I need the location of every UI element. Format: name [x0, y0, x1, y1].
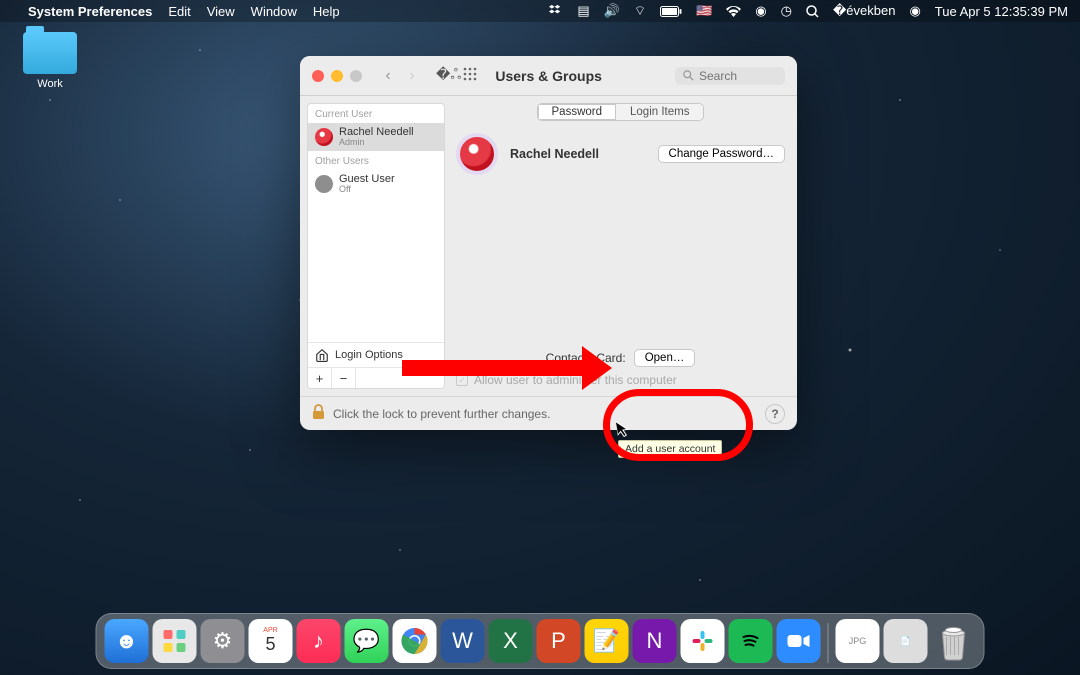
window-title: Users & Groups: [495, 68, 602, 84]
clock-icon[interactable]: ◷: [781, 3, 792, 19]
remove-user-button[interactable]: −: [332, 368, 356, 388]
tab-login-items[interactable]: Login Items: [616, 104, 703, 120]
menubar: System Preferences Edit View Window Help…: [0, 0, 1080, 22]
other-users-heading: Other Users: [308, 151, 444, 170]
tab-password[interactable]: Password: [538, 104, 617, 120]
dock-messages[interactable]: 💬: [345, 619, 389, 663]
admin-checkbox-label: Allow user to administer this computer: [474, 373, 677, 387]
login-options-label: Login Options: [335, 349, 403, 361]
minimize-button[interactable]: [331, 70, 343, 82]
desktop-folder-work[interactable]: Work: [14, 32, 86, 90]
users-sidebar: Current User Rachel Needell Admin Other …: [307, 103, 445, 389]
admin-checkbox: ✓: [456, 374, 468, 386]
dropbox-icon[interactable]: [549, 4, 563, 18]
dock-launchpad[interactable]: [153, 619, 197, 663]
folder-icon: [23, 32, 77, 74]
dock-spotify[interactable]: [729, 619, 773, 663]
user-icon[interactable]: ◉: [755, 3, 766, 19]
dock-excel[interactable]: X: [489, 619, 533, 663]
search-input[interactable]: [699, 69, 769, 83]
dock: ☻ ⚙ APR5 ♪ 💬 W X P 📝 N JPG 📄: [96, 613, 985, 669]
house-icon: [315, 348, 329, 362]
dock-zoom[interactable]: [777, 619, 821, 663]
wifi-icon[interactable]: [726, 6, 741, 17]
guest-status: Off: [339, 185, 395, 195]
guest-avatar-icon: [315, 175, 333, 193]
add-user-tooltip: Add a user account: [618, 440, 722, 458]
dock-system-preferences[interactable]: ⚙: [201, 619, 245, 663]
dock-separator: [828, 623, 829, 663]
help-button[interactable]: ?: [765, 404, 785, 424]
menu-view[interactable]: View: [207, 4, 235, 19]
zoom-button[interactable]: [350, 70, 362, 82]
contacts-card-label: Contacts Card:: [546, 351, 626, 365]
control-center-icon[interactable]: �években: [833, 3, 895, 19]
spotlight-icon[interactable]: [806, 5, 819, 18]
add-remove-row: + −: [308, 367, 444, 388]
app-menu[interactable]: System Preferences: [28, 4, 152, 19]
close-button[interactable]: [312, 70, 324, 82]
box-icon[interactable]: ▤: [577, 3, 589, 19]
show-all-button[interactable]: �ஃ: [436, 66, 461, 85]
dock-notes[interactable]: 📝: [585, 619, 629, 663]
sidebar-item-guest-user[interactable]: Guest User Off: [308, 170, 444, 198]
menu-edit[interactable]: Edit: [168, 4, 190, 19]
users-groups-window: ‹ › �ஃ Users & Groups Current User Rache…: [300, 56, 797, 430]
dock-file-1[interactable]: JPG: [836, 619, 880, 663]
dock-music[interactable]: ♪: [297, 619, 341, 663]
lock-icon[interactable]: [312, 404, 325, 423]
search-field[interactable]: [675, 67, 785, 85]
volume-icon[interactable]: 🔊: [604, 3, 620, 19]
siri-icon[interactable]: ◉: [909, 3, 920, 19]
dock-calendar[interactable]: APR5: [249, 619, 293, 663]
bluetooth-icon[interactable]: ⌔: [634, 3, 646, 19]
search-icon: [683, 70, 694, 81]
dock-powerpoint[interactable]: P: [537, 619, 581, 663]
menu-help[interactable]: Help: [313, 4, 340, 19]
dock-word[interactable]: W: [441, 619, 485, 663]
user-role: Admin: [339, 138, 414, 148]
dock-onenote[interactable]: N: [633, 619, 677, 663]
current-user-heading: Current User: [308, 104, 444, 123]
dock-slack[interactable]: [681, 619, 725, 663]
admin-checkbox-row: ✓ Allow user to administer this computer: [456, 373, 785, 387]
show-all-button[interactable]: [463, 67, 477, 84]
back-button[interactable]: ‹: [378, 67, 398, 85]
sidebar-item-current-user[interactable]: Rachel Needell Admin: [308, 123, 444, 151]
flag-icon[interactable]: 🇺🇸: [696, 3, 712, 19]
menu-window[interactable]: Window: [251, 4, 297, 19]
battery-icon[interactable]: [660, 6, 682, 17]
main-panel: Password Login Items Rachel Needell Chan…: [452, 96, 797, 396]
window-titlebar: ‹ › �ஃ Users & Groups: [300, 56, 797, 96]
add-user-button[interactable]: +: [308, 368, 332, 388]
menubar-clock[interactable]: Tue Apr 5 12:35:39 PM: [935, 4, 1068, 19]
forward-button: ›: [402, 67, 422, 85]
dock-finder[interactable]: ☻: [105, 619, 149, 663]
display-name: Rachel Needell: [510, 147, 599, 161]
user-avatar-large[interactable]: [456, 133, 498, 175]
window-footer: Click the lock to prevent further change…: [300, 396, 797, 430]
footer-text: Click the lock to prevent further change…: [333, 407, 550, 421]
folder-label: Work: [14, 78, 86, 90]
open-contacts-button[interactable]: Open…: [634, 349, 696, 367]
dock-file-2[interactable]: 📄: [884, 619, 928, 663]
traffic-lights: [312, 70, 362, 82]
login-options-item[interactable]: Login Options: [308, 342, 444, 367]
dock-chrome[interactable]: [393, 619, 437, 663]
tab-segmented-control: Password Login Items: [537, 103, 705, 121]
dock-trash[interactable]: [932, 619, 976, 663]
change-password-button[interactable]: Change Password…: [658, 145, 785, 163]
user-avatar-icon: [315, 128, 333, 146]
